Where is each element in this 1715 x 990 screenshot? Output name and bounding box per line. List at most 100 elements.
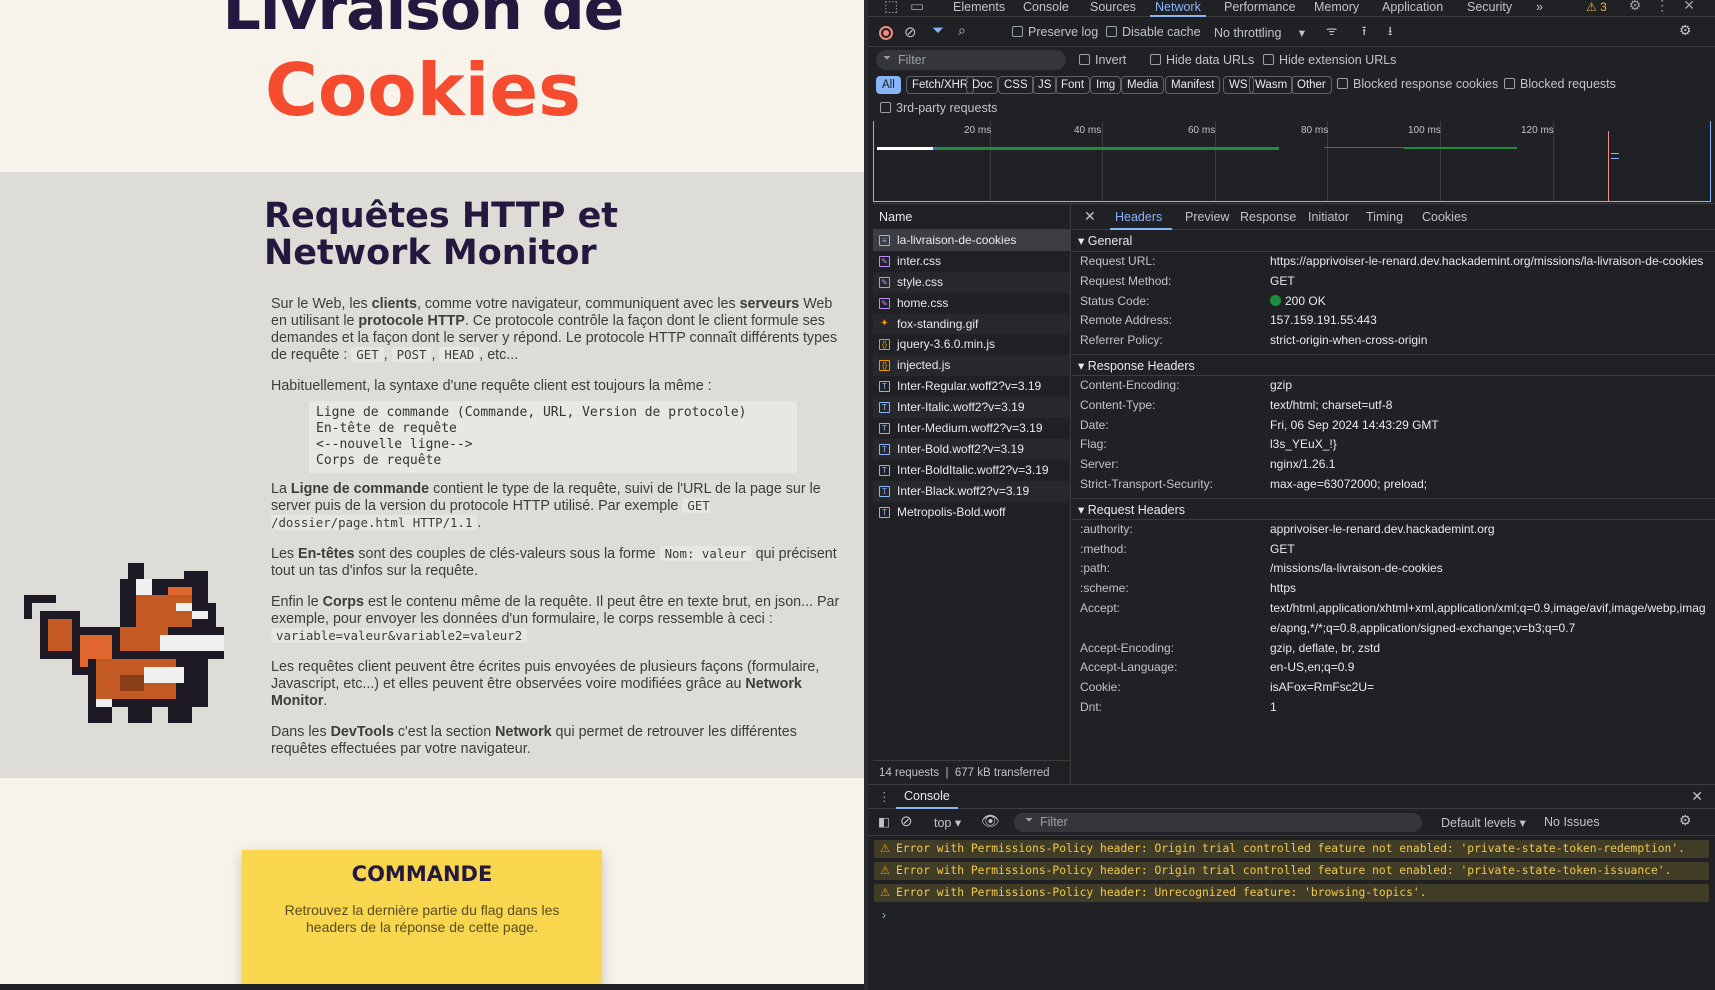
tab-application[interactable]: Application	[1382, 0, 1443, 17]
search-icon[interactable]: ⌕	[958, 22, 966, 39]
console-warning-message[interactable]: ⚠ Error with Permissions-Policy header: O…	[874, 862, 1709, 880]
tab-timing[interactable]: Timing	[1366, 210, 1403, 224]
inspect-element-icon[interactable]: ⬚	[884, 0, 898, 15]
console-warning-message[interactable]: ⚠ Error with Permissions-Policy header: O…	[874, 840, 1709, 858]
drawer-menu-icon[interactable]: ⋮	[878, 789, 891, 804]
tab-response[interactable]: Response	[1240, 210, 1296, 224]
console-filter-input[interactable]: Filter	[1014, 813, 1422, 832]
invert-checkbox[interactable]: Invert	[1079, 53, 1126, 67]
more-tabs-button[interactable]: »	[1536, 0, 1543, 17]
hide-extension-urls-checkbox[interactable]: Hide extension URLs	[1263, 53, 1396, 67]
context-select[interactable]: top ▾	[934, 815, 961, 830]
tab-performance[interactable]: Performance	[1224, 0, 1296, 17]
filter-icon[interactable]: ⏷	[932, 22, 944, 39]
resource-type-filters: All Fetch/XHR Doc CSS JS Font Img Media …	[868, 74, 1715, 96]
kebab-menu-icon[interactable]: ⋮	[1655, 0, 1683, 13]
tab-cookies[interactable]: Cookies	[1422, 210, 1467, 224]
console-settings-icon[interactable]: ⚙	[1679, 812, 1692, 829]
timeline-label: 20 ms	[964, 125, 992, 136]
blocked-requests-checkbox[interactable]: Blocked requests	[1504, 77, 1616, 91]
tab-console[interactable]: Console	[1023, 0, 1069, 17]
request-row[interactable]: ≡ la-livraison-de-cookies	[873, 230, 1070, 251]
console-warning-message[interactable]: ⚠ Error with Permissions-Policy header: U…	[874, 884, 1709, 902]
name-column-header[interactable]: Name	[873, 204, 1070, 230]
settings-icon[interactable]: ⚙	[1629, 0, 1656, 13]
tab-initiator[interactable]: Initiator	[1308, 210, 1349, 224]
console-prompt[interactable]: ›	[882, 908, 1715, 922]
request-row[interactable]: ✎ style.css	[873, 271, 1070, 293]
drawer-tab-console[interactable]: Console	[896, 785, 958, 809]
log-levels-select[interactable]: Default levels ▾	[1441, 815, 1526, 830]
request-row[interactable]: T Inter-Bold.woff2?v=3.19	[873, 438, 1070, 460]
type-all[interactable]: All	[876, 76, 901, 94]
load-event-marker	[1608, 131, 1609, 201]
tab-security[interactable]: Security	[1467, 0, 1512, 17]
throttling-select[interactable]: No throttling ▾	[1214, 25, 1305, 40]
type-doc[interactable]: Doc	[966, 76, 999, 94]
third-party-checkbox[interactable]: 3rd-party requests	[880, 101, 997, 115]
clear-console-icon[interactable]: ⊘	[900, 812, 913, 830]
live-expression-icon[interactable]: 👁	[981, 812, 1000, 830]
disable-cache-checkbox[interactable]: Disable cache	[1106, 25, 1201, 39]
type-fetch-xhr[interactable]: Fetch/XHR	[906, 76, 975, 94]
request-header-row: :path: /missions/la-livraison-de-cookies	[1072, 559, 1715, 579]
request-row[interactable]: T Inter-Black.woff2?v=3.19	[873, 480, 1070, 502]
request-headers-toggle[interactable]: ▾ Request Headers	[1072, 497, 1715, 520]
type-media[interactable]: Media	[1121, 76, 1165, 94]
tab-sources[interactable]: Sources	[1090, 0, 1136, 17]
record-button[interactable]	[879, 26, 893, 40]
request-row[interactable]: T Inter-Italic.woff2?v=3.19	[873, 397, 1070, 419]
filter-input[interactable]: Filter	[876, 50, 1066, 70]
header-name: Date:	[1080, 417, 1109, 432]
type-manifest[interactable]: Manifest	[1165, 76, 1221, 94]
type-css[interactable]: CSS	[998, 76, 1034, 94]
request-row[interactable]: ✎ inter.css	[873, 251, 1070, 272]
preserve-log-checkbox[interactable]: Preserve log	[1012, 25, 1098, 39]
network-settings-icon[interactable]: ⚙	[1679, 22, 1692, 39]
sidebar-toggle-icon[interactable]: ◧	[878, 814, 890, 829]
close-details-icon[interactable]: ✕	[1084, 208, 1096, 225]
tab-preview[interactable]: Preview	[1185, 210, 1229, 224]
tab-network[interactable]: Network	[1150, 0, 1206, 17]
blocked-response-cookies-checkbox[interactable]: Blocked response cookies	[1337, 77, 1498, 91]
lesson-body: Sur le Web, les clients, comme votre nav…	[271, 296, 841, 772]
export-har-icon[interactable]: ⭳	[1388, 22, 1392, 43]
import-har-icon[interactable]: ⭱	[1362, 22, 1366, 43]
window-bottom-strip	[0, 984, 864, 990]
network-conditions-icon[interactable]: ᯤ	[1326, 22, 1337, 39]
request-row[interactable]: ✎ home.css	[873, 293, 1070, 314]
close-devtools-icon[interactable]: ✕	[1683, 0, 1709, 13]
response-headers-toggle[interactable]: ▾ Response Headers	[1072, 353, 1715, 376]
type-other[interactable]: Other	[1291, 76, 1332, 94]
clear-icon[interactable]: ⊘	[904, 23, 917, 41]
request-row[interactable]: T Metropolis-Bold.woff	[873, 502, 1070, 523]
type-img[interactable]: Img	[1090, 76, 1122, 94]
type-font[interactable]: Font	[1055, 76, 1091, 94]
hide-data-urls-checkbox[interactable]: Hide data URLs	[1150, 53, 1254, 67]
network-overview-timeline[interactable]: 20 ms 40 ms 60 ms 80 ms 100 ms 120 ms	[873, 121, 1711, 202]
tab-elements[interactable]: Elements	[953, 0, 1005, 17]
request-row[interactable]: ✦ fox-standing.gif	[873, 313, 1070, 335]
type-wasm[interactable]: Wasm	[1249, 76, 1294, 94]
header-value: text/html,application/xhtml+xml,applicat…	[1270, 600, 1706, 635]
font-file-icon: T	[879, 464, 890, 476]
header-value: en-US,en;q=0.9	[1270, 660, 1355, 675]
details-tab-bar: ✕ Headers Preview Response Initiator Tim…	[1072, 204, 1715, 230]
request-name: Inter-BoldItalic.woff2?v=3.19	[897, 462, 1049, 477]
console-toolbar: ◧ ⊘ top ▾ 👁 Filter ⏷ Default levels ▾ No…	[868, 809, 1715, 836]
request-row[interactable]: {} jquery-3.6.0.min.js	[873, 334, 1070, 355]
network-toolbar: ⊘ ⏷ ⌕ Preserve log Disable cache No thro…	[868, 20, 1715, 47]
request-row[interactable]: T Inter-Regular.woff2?v=3.19	[873, 376, 1070, 397]
general-section-toggle[interactable]: ▾ General	[1072, 230, 1715, 252]
tab-headers[interactable]: Headers	[1115, 210, 1162, 224]
close-drawer-icon[interactable]: ✕	[1691, 788, 1703, 805]
device-toolbar-icon[interactable]: ▭	[910, 0, 924, 15]
request-row[interactable]: T Inter-Medium.woff2?v=3.19	[873, 418, 1070, 439]
type-js[interactable]: JS	[1032, 76, 1058, 94]
warnings-badge[interactable]: ⚠ 3	[1586, 0, 1607, 14]
request-row[interactable]: T Inter-BoldItalic.woff2?v=3.19	[873, 460, 1070, 481]
issues-button[interactable]: No Issues	[1544, 815, 1600, 829]
request-row[interactable]: {} injected.js	[873, 355, 1070, 377]
hero-title-line1: Livraison de	[222, 0, 625, 44]
tab-memory[interactable]: Memory	[1314, 0, 1359, 17]
